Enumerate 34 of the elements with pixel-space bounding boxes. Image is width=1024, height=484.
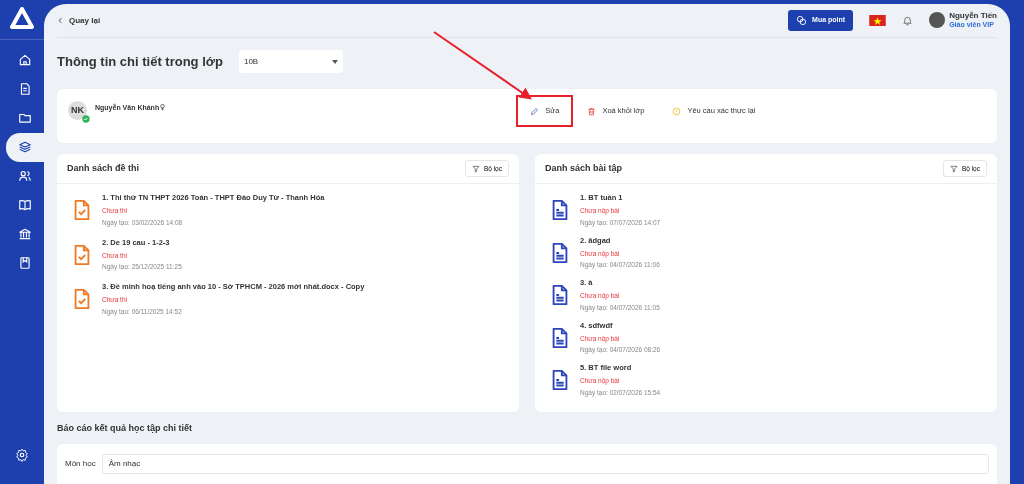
- settings-icon: [15, 447, 29, 462]
- panel-title: Danh sách đề thi: [67, 161, 139, 175]
- layers-icon: [18, 140, 32, 155]
- filter-icon: [471, 164, 480, 173]
- bookmark-book-icon: [18, 256, 32, 271]
- subject-select[interactable]: Âm nhạc: [101, 453, 989, 474]
- trash-icon: [587, 106, 597, 116]
- bell-icon: [902, 15, 914, 26]
- filter-icon: [949, 164, 958, 173]
- class-select[interactable]: 10B: [238, 50, 343, 73]
- book-icon: [18, 198, 32, 213]
- page-title: Thông tin chi tiết trong lớp: [57, 52, 223, 71]
- notification-button[interactable]: [902, 15, 914, 26]
- panel-title: Danh sách bài tập: [545, 161, 623, 175]
- home-icon: [18, 53, 32, 68]
- document-icon: [18, 82, 32, 97]
- caret-down-icon: [331, 59, 338, 64]
- back-link[interactable]: Quay lại: [57, 14, 101, 27]
- field-label: Môn học: [65, 457, 96, 470]
- avatar-placeholder: [929, 12, 946, 29]
- vietnam-flag-icon: [869, 15, 887, 26]
- user-name: Nguyễn Tiến: [949, 12, 997, 22]
- section-title: Báo cáo kết quả học tập chi tiết: [57, 422, 194, 435]
- triangle-logo-icon: [9, 6, 35, 31]
- female-sign-icon: [159, 103, 167, 111]
- folder-icon: [18, 111, 32, 126]
- coins-icon: [796, 15, 808, 26]
- chevron-left-icon: [57, 17, 64, 24]
- sidebar-item[interactable]: [6, 132, 44, 162]
- avatar-initials: NK: [68, 101, 87, 120]
- pencil-icon: [530, 106, 540, 116]
- warning-icon: [672, 106, 682, 116]
- users-icon: [18, 169, 32, 184]
- bank-icon: [18, 227, 32, 242]
